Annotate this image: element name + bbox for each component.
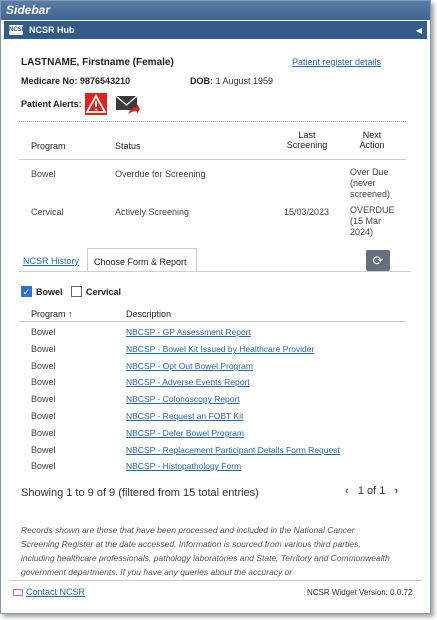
bowel-checkbox-label: Bowel <box>36 286 63 297</box>
dob-label: DOB: <box>190 76 213 86</box>
form-row-link[interactable]: NBCSP - Colonoscopy Report <box>126 394 240 404</box>
sidebar-window: Sidebar NCSR NCSR Hub ◀ LASTNAME, Firstn… <box>0 0 431 614</box>
program-row-2-status: Actively Screening <box>115 207 190 217</box>
program-row-2-last: 15/03/2023 <box>284 207 330 217</box>
program-row-2-program: Cervical <box>31 207 64 217</box>
bowel-checkbox[interactable]: ✓ <box>21 286 32 298</box>
cervical-checkbox[interactable] <box>71 286 82 298</box>
disclaimer-text: Records shown are those that have been p… <box>21 525 390 577</box>
date-of-birth: DOB: 1 August 1959 <box>190 76 273 86</box>
ncsr-logo-icon: NCSR <box>9 25 27 35</box>
form-row-link[interactable]: NBCSP - Bowel Kit Issued by Healthcare P… <box>126 344 314 354</box>
widget-version: NCSR Widget Version: 0.0.72 <box>307 588 413 597</box>
program-row-1-status: Overdue for Screening <box>115 169 206 179</box>
col-next-action-header: Next Action <box>359 130 385 150</box>
refresh-icon: ⟳ <box>372 253 384 268</box>
message-alert-icon[interactable] <box>115 94 140 116</box>
page-indicator: 1 of 1 <box>357 485 386 497</box>
form-row-link[interactable]: NBCSP - Request an FOBT Kit <box>126 411 243 421</box>
program-row-1-next: Over Due (never screened) <box>350 167 391 199</box>
forms-col-description-header: Description <box>126 309 172 319</box>
pagination: ‹ 1 of 1 › <box>345 485 398 497</box>
sort-arrow-icon: ↑ <box>68 309 73 319</box>
refresh-button[interactable]: ⟳ <box>366 250 390 271</box>
form-row-program: Bowel <box>31 361 56 371</box>
form-row-program: Bowel <box>31 461 56 471</box>
form-row-program: Bowel <box>31 411 56 421</box>
table-divider <box>19 159 406 160</box>
hub-header: NCSR NCSR Hub ◀ <box>4 21 427 39</box>
prev-page-button[interactable]: ‹ <box>345 485 349 497</box>
warning-alert-icon[interactable] <box>85 93 107 115</box>
dob-value: 1 August 1959 <box>215 76 274 86</box>
contact-ncsr-link[interactable]: Contact NCSR <box>26 587 85 597</box>
form-row-program: Bowel <box>31 394 56 404</box>
hub-title: NCSR Hub <box>29 25 75 35</box>
contact-ncsr[interactable]: Contact NCSR <box>13 587 85 597</box>
next-page-button[interactable]: › <box>395 485 399 497</box>
cervical-checkbox-label: Cervical <box>86 286 122 297</box>
program-row-1-program: Bowel <box>31 169 56 179</box>
form-row-program: Bowel <box>31 344 56 354</box>
col-last-screening-header: Last Screening <box>286 130 328 150</box>
forms-table-divider <box>19 321 406 322</box>
patient-alerts-label: Patient Alerts: <box>21 99 82 109</box>
col-program-header: Program <box>31 141 66 151</box>
form-row-program: Bowel <box>31 377 56 387</box>
tab-choose-form-report[interactable]: Choose Form & Report <box>87 248 197 272</box>
form-row-link[interactable]: NBCSP - Replacement Participant Details … <box>126 445 340 455</box>
form-row-link[interactable]: NBCSP - Histopathology Form <box>126 461 241 471</box>
filter-cervical[interactable]: Cervical <box>71 286 122 298</box>
patient-name: LASTNAME, Firstname (Female) <box>21 57 174 68</box>
medicare-label: Medicare No: <box>21 76 78 86</box>
collapse-arrow-icon[interactable]: ◀ <box>416 26 422 35</box>
window-title: Sidebar <box>1 1 430 20</box>
tab-ncsr-history[interactable]: NCSR History <box>23 256 79 266</box>
form-row-program: Bowel <box>31 445 56 455</box>
patient-register-link[interactable]: Patient register details <box>292 57 381 67</box>
form-row-program: Bowel <box>31 327 56 337</box>
forms-col-program-label: Program <box>31 309 66 319</box>
medicare-number: Medicare No: 9876543210 <box>21 76 130 86</box>
filter-bowel[interactable]: ✓ Bowel <box>21 286 63 298</box>
form-row-link[interactable]: NBCSP - GP Assessment Report <box>126 327 251 337</box>
form-row-link[interactable]: NBCSP - Opt Out Bowel Program <box>126 361 253 371</box>
contact-mail-icon <box>13 589 23 597</box>
medicare-value: 9876543210 <box>80 76 131 86</box>
col-status-header: Status <box>115 141 141 151</box>
program-row-2-next: OVERDUE (15 Mar 2024) <box>350 205 395 237</box>
divider <box>19 121 406 122</box>
pagination-summary: Showing 1 to 9 of 9 (filtered from 15 to… <box>21 487 259 499</box>
form-row-link[interactable]: NBCSP - Adverse Events Report <box>126 377 250 387</box>
forms-col-program-header[interactable]: Program ↑ <box>31 309 73 319</box>
footer-divider <box>9 580 422 581</box>
tab-underline <box>19 271 411 272</box>
form-row-link[interactable]: NBCSP - Defer Bowel Program <box>126 428 244 438</box>
form-row-program: Bowel <box>31 428 56 438</box>
